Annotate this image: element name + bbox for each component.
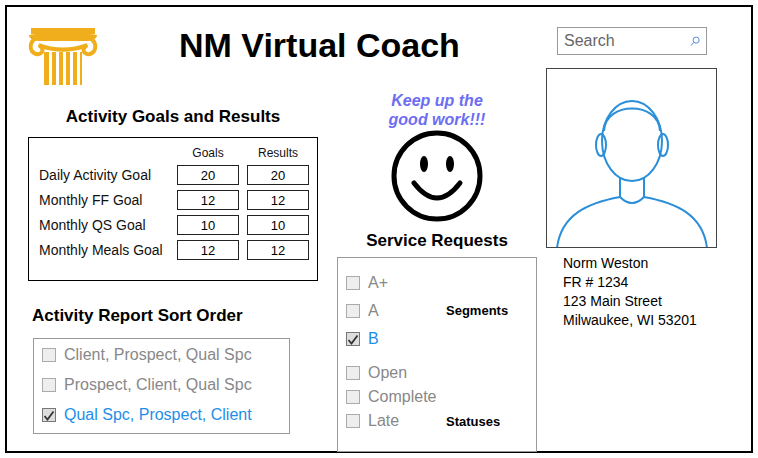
filter-list: A+ AB bbox=[346, 269, 446, 353]
filter-option[interactable]: A bbox=[346, 297, 446, 325]
check-icon bbox=[43, 410, 55, 421]
filter-option[interactable]: Complete bbox=[346, 385, 446, 409]
filter-option[interactable]: B bbox=[346, 325, 446, 353]
result-field[interactable] bbox=[247, 165, 309, 185]
filter-group: A+ AB Segments bbox=[346, 269, 536, 353]
goal-field[interactable] bbox=[177, 215, 239, 235]
filter-option-label: Open bbox=[368, 361, 407, 385]
search-icon bbox=[690, 33, 700, 49]
profile-photo bbox=[546, 68, 717, 248]
app-title: NM Virtual Coach bbox=[179, 25, 460, 65]
section-title: Activity Goals and Results bbox=[28, 107, 318, 127]
smiley-icon bbox=[390, 129, 484, 223]
filter-option[interactable]: Open bbox=[346, 361, 446, 385]
profile-line: Norm Weston bbox=[563, 254, 721, 273]
sort-option-label: Prospect, Client, Qual Spc bbox=[64, 373, 252, 397]
app-window: NM Virtual Coach Activity Goals and Resu… bbox=[5, 5, 753, 453]
goal-label: Monthly Meals Goal bbox=[39, 240, 169, 260]
checkbox[interactable] bbox=[346, 390, 360, 404]
sort-option-label: Client, Prospect, Qual Spc bbox=[64, 343, 252, 367]
checkbox[interactable] bbox=[346, 332, 360, 346]
greeting-text: Keep up the good work!!! bbox=[375, 91, 500, 129]
filter-option-label: A bbox=[368, 299, 379, 323]
goal-label: Daily Activity Goal bbox=[39, 165, 169, 185]
section-title: Activity Report Sort Order bbox=[32, 306, 325, 326]
filter-option-label: Late bbox=[368, 409, 399, 433]
goal-label: Monthly FF Goal bbox=[39, 190, 169, 210]
filter-option[interactable]: Late bbox=[346, 409, 446, 433]
filter-group: OpenCompleteLateStatuses bbox=[346, 361, 536, 433]
column-header: Results bbox=[247, 146, 309, 160]
filter-option-label: B bbox=[368, 327, 379, 351]
profile-line: 123 Main Street bbox=[563, 292, 721, 311]
group-label: Statuses bbox=[446, 412, 500, 432]
sort-order-list: Client, Prospect, Qual Spc Prospect, Clie… bbox=[33, 338, 290, 434]
goal-label: Monthly QS Goal bbox=[39, 215, 169, 235]
sort-option[interactable]: Prospect, Client, Qual Spc bbox=[42, 370, 289, 400]
check-icon bbox=[347, 334, 359, 345]
checkbox[interactable] bbox=[42, 408, 56, 422]
search-input[interactable] bbox=[564, 29, 690, 53]
column-header: Goals bbox=[177, 146, 239, 160]
checkbox[interactable] bbox=[346, 414, 360, 428]
service-requests-panel: A+ABSegmentsOpenCompleteLateStatuses bbox=[337, 257, 537, 452]
sort-option[interactable]: Qual Spc, Prospect, Client bbox=[42, 400, 289, 430]
filter-option[interactable]: A+ bbox=[346, 269, 446, 297]
section-title: Service Requests bbox=[366, 231, 508, 251]
column-logo-icon bbox=[25, 25, 101, 87]
sort-option-label: Qual Spc, Prospect, Client bbox=[64, 403, 252, 427]
person-silhouette-icon bbox=[547, 69, 716, 247]
checkbox[interactable] bbox=[42, 348, 56, 362]
checkbox[interactable] bbox=[346, 304, 360, 318]
goals-table: Goals Results Daily Activity Goal Monthly F… bbox=[28, 137, 318, 281]
profile-line: Milwaukee, WI 53201 bbox=[563, 311, 721, 330]
filter-option-label: Complete bbox=[368, 385, 436, 409]
checkbox[interactable] bbox=[42, 378, 56, 392]
profile-details: Norm WestonFR # 1234123 Main StreetMilwa… bbox=[563, 254, 721, 330]
sort-option[interactable]: Client, Prospect, Qual Spc bbox=[42, 340, 289, 370]
result-field[interactable] bbox=[247, 240, 309, 260]
result-field[interactable] bbox=[247, 190, 309, 210]
checkbox[interactable] bbox=[346, 366, 360, 380]
result-field[interactable] bbox=[247, 215, 309, 235]
goal-field[interactable] bbox=[177, 190, 239, 210]
group-label: Segments bbox=[446, 301, 508, 321]
filter-option-label: A+ bbox=[368, 271, 388, 295]
goal-field[interactable] bbox=[177, 240, 239, 260]
checkbox[interactable] bbox=[346, 276, 360, 290]
filter-list: OpenCompleteLate bbox=[346, 361, 446, 433]
profile-line: FR # 1234 bbox=[563, 273, 721, 292]
search-box bbox=[557, 27, 707, 55]
goal-field[interactable] bbox=[177, 165, 239, 185]
